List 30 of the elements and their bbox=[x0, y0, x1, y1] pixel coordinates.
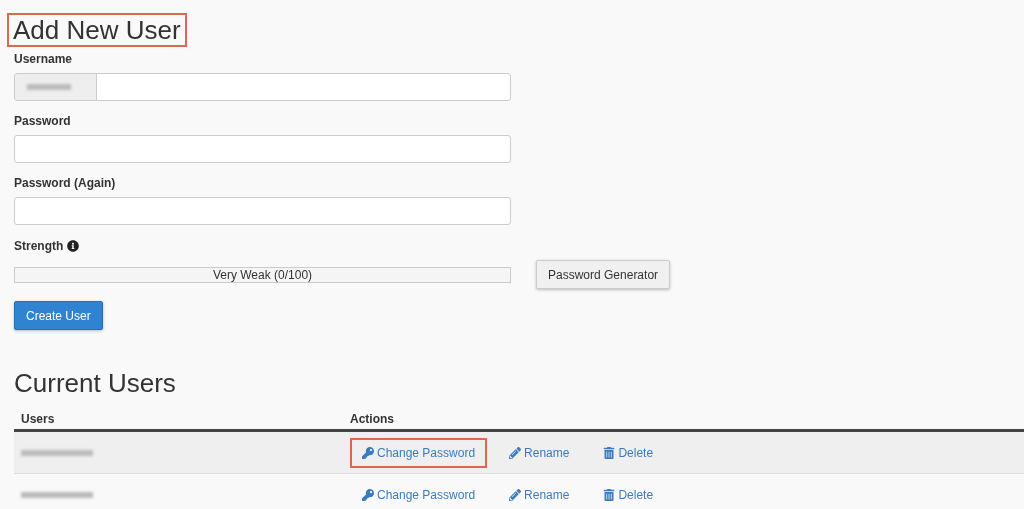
action-link[interactable]: Delete bbox=[591, 479, 666, 509]
action-link[interactable]: Delete bbox=[591, 437, 666, 468]
strength-label: Strength bbox=[14, 238, 64, 255]
trash-icon bbox=[603, 488, 616, 501]
field-label: Username bbox=[14, 51, 74, 67]
column-header: Users bbox=[20, 411, 56, 428]
field-label: Password (Again) bbox=[14, 175, 117, 191]
action-link[interactable]: Change Password bbox=[350, 479, 488, 509]
strength-reading: Very Weak (0/100) bbox=[212, 266, 313, 284]
field-label: Password bbox=[14, 113, 72, 129]
action-link[interactable]: Rename bbox=[497, 479, 582, 509]
action-link[interactable]: Rename bbox=[497, 437, 582, 468]
pencil-icon bbox=[509, 488, 522, 501]
trash-icon bbox=[603, 446, 616, 459]
key-icon bbox=[362, 488, 374, 501]
key-icon bbox=[362, 446, 374, 459]
section-title: Current Users bbox=[14, 368, 177, 398]
info-icon bbox=[67, 240, 80, 252]
column-header: Actions bbox=[350, 411, 394, 428]
redacted-text bbox=[27, 84, 71, 90]
password-generator-button[interactable]: Password Generator bbox=[536, 260, 671, 289]
page-title: Add New User bbox=[7, 13, 187, 47]
pencil-icon bbox=[509, 446, 522, 459]
redacted-text bbox=[21, 449, 93, 456]
input-field[interactable] bbox=[14, 73, 511, 101]
input-field[interactable] bbox=[14, 197, 511, 225]
action-link[interactable]: Change Password bbox=[350, 437, 488, 468]
input-field[interactable] bbox=[14, 135, 511, 163]
redacted-text bbox=[21, 491, 93, 498]
create-user-button[interactable]: Create User bbox=[14, 301, 103, 330]
